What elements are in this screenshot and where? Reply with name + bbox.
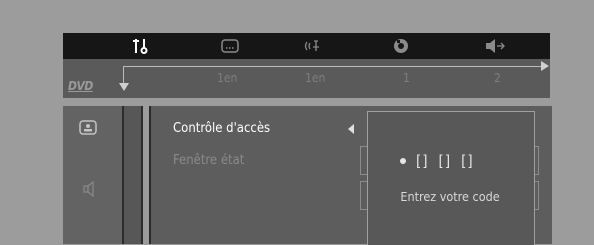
- subtitle-icon[interactable]: [218, 36, 242, 56]
- menu-item-status-window[interactable]: Fenêtre état: [173, 153, 244, 168]
- timeline-right-arrow-icon: [541, 61, 549, 71]
- speaker-icon[interactable]: [80, 179, 98, 199]
- access-code-field[interactable]: [] [] []: [400, 152, 474, 170]
- timeline-line: [123, 66, 543, 67]
- settings-sliders-icon[interactable]: [129, 36, 153, 56]
- picture-settings-icon[interactable]: [77, 118, 99, 136]
- subtitle-value: 1en: [217, 71, 238, 85]
- code-prompt-label: Entrez votre code: [400, 189, 500, 204]
- audio-language-icon[interactable]: [302, 36, 326, 56]
- timeline-down-arrow-icon: [119, 83, 129, 91]
- timeline-start-tick: [123, 66, 124, 83]
- side-divider-column: [122, 106, 143, 244]
- code-cursor-dot: [400, 158, 406, 164]
- camera-angle-icon[interactable]: [389, 36, 413, 56]
- audio-output-icon[interactable]: [483, 36, 507, 56]
- menu-selection-arrow-icon: [348, 124, 354, 134]
- audio-language-value: 1en: [305, 71, 326, 85]
- camera-angle-value: 1: [403, 71, 410, 85]
- audio-output-value: 2: [494, 71, 501, 85]
- access-code-popup: [367, 111, 535, 245]
- code-slot: []: [438, 152, 452, 170]
- menu-item-parental-control[interactable]: Contrôle d'accès: [173, 121, 270, 136]
- code-slot: []: [416, 152, 429, 170]
- dvd-logo: DVD: [68, 79, 93, 93]
- code-slot: []: [461, 152, 474, 170]
